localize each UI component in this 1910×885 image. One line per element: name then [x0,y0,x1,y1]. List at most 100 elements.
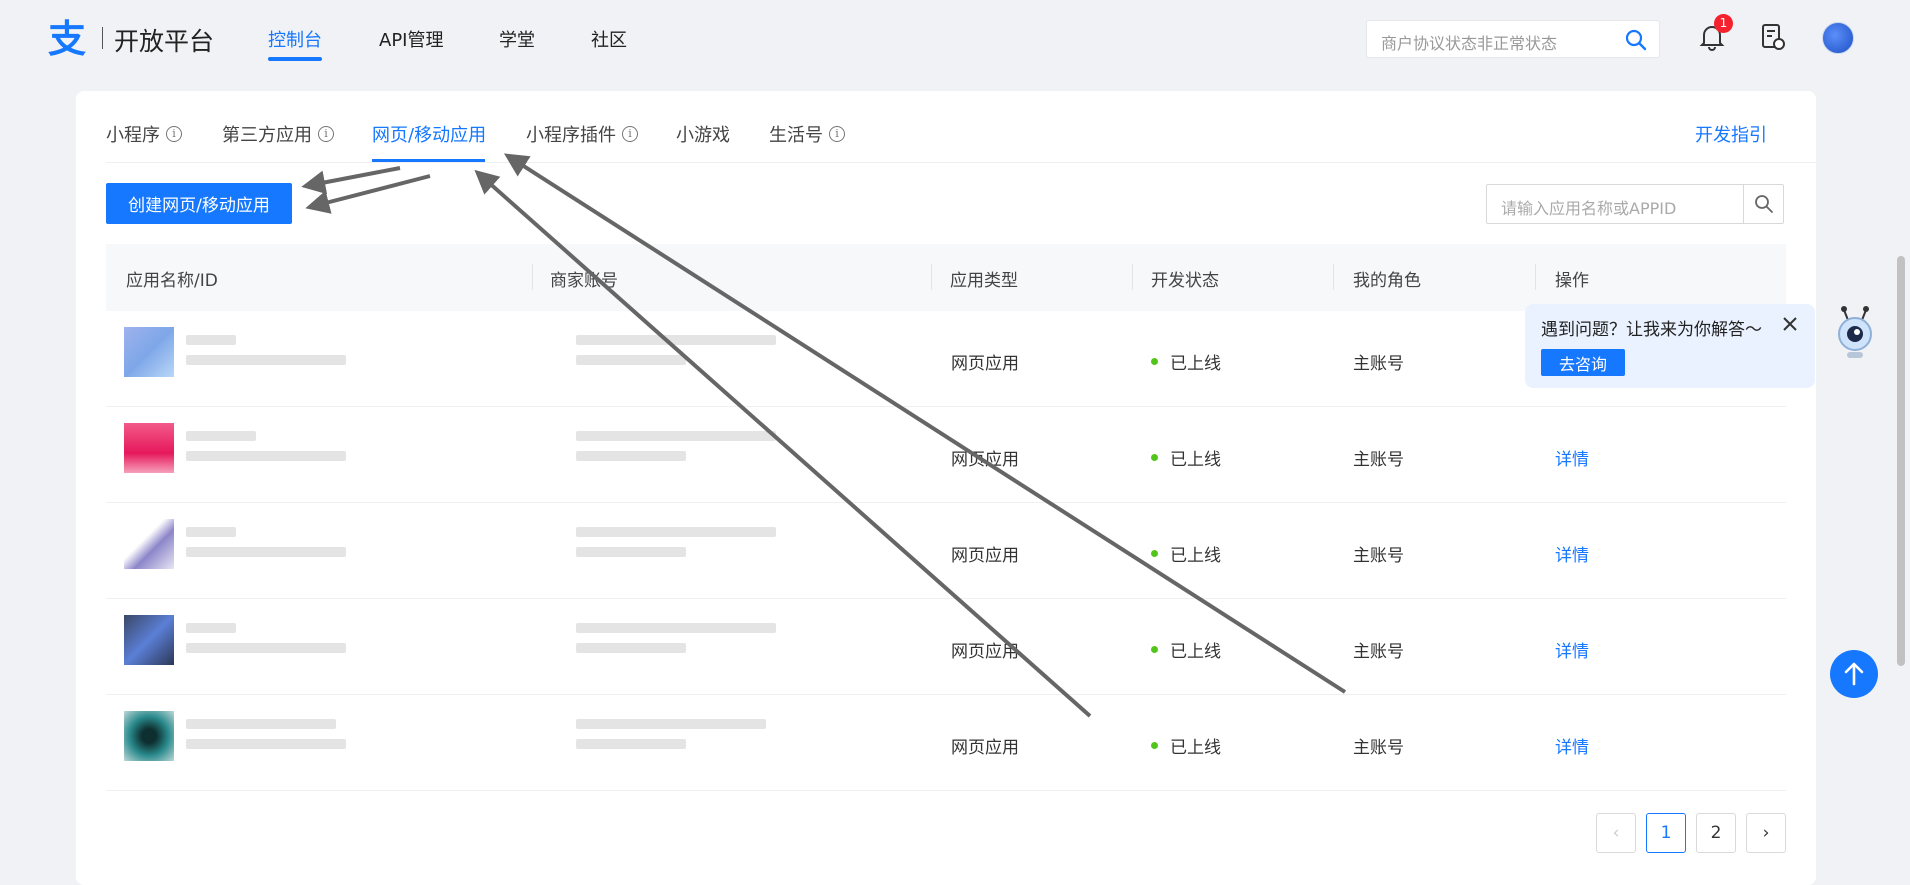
pagination-next-button[interactable]: › [1746,813,1786,853]
column-header: 开发状态 [1151,271,1219,291]
column-header: 我的角色 [1353,271,1421,291]
redacted-merchant-account [576,451,686,461]
tab-mini-program[interactable]: 小程序 i [106,121,182,147]
redacted-app-name [186,335,236,345]
table-row: 网页应用 已上线 主账号 详情 [106,407,1786,503]
redacted-app-id [186,451,346,461]
redacted-app-name [186,527,236,537]
help-popup: 遇到问题？让我来为你解答～ 去咨询 [1525,304,1815,388]
status-dot [1151,358,1158,365]
redacted-app-id [186,547,346,557]
app-search-button[interactable] [1743,185,1783,223]
info-icon[interactable]: i [829,126,845,142]
close-icon[interactable] [1781,315,1799,333]
status-dot [1151,742,1158,749]
info-icon[interactable]: i [622,126,638,142]
column-header: 操作 [1555,271,1589,291]
tab-label: 小游戏 [676,125,730,146]
tab-label: 网页/移动应用 [372,125,487,146]
redacted-app-id [186,739,346,749]
app-search-placeholder: 请输入应用名称或APPID [1501,199,1677,218]
tab-mini-game[interactable]: 小游戏 [676,121,730,147]
global-search-input[interactable]: 商户协议状态非正常状态 [1366,20,1660,58]
tab-web-mobile-app[interactable]: 网页/移动应用 [372,121,486,147]
column-header: 应用类型 [950,271,1018,291]
status-dot [1151,550,1158,557]
alipay-logo[interactable]: 支 [48,18,92,58]
app-icon [124,711,174,761]
app-icon [124,327,174,377]
table-header: 应用名称/ID 商家账号 应用类型 开发状态 我的角色 操作 [106,244,1786,311]
redacted-app-name [186,719,336,729]
dev-status: 已上线 [1151,637,1221,662]
detail-link[interactable]: 详情 [1555,445,1589,470]
document-settings-icon[interactable] [1760,22,1786,52]
tab-label: 第三方应用 [222,125,312,146]
nav-console[interactable]: 控制台 [268,26,322,52]
redacted-merchant-account [576,623,776,633]
my-role: 主账号 [1353,642,1404,662]
status-label: 已上线 [1170,450,1221,470]
tab-label: 小程序 [106,125,160,146]
app-type: 网页应用 [951,450,1019,470]
search-icon[interactable] [1625,29,1647,51]
nav-community[interactable]: 社区 [591,26,627,52]
robot-assistant-icon[interactable] [1830,304,1880,362]
redacted-merchant-account [576,719,766,729]
table-row: 网页应用 已上线 主账号 详情 [106,503,1786,599]
app-icon [124,519,174,569]
nav-academy[interactable]: 学堂 [499,26,535,52]
column-header: 商家账号 [550,271,618,291]
dev-guide-link[interactable]: 开发指引 [1695,121,1767,147]
search-icon [1755,195,1773,213]
column-divider [1535,264,1536,290]
tab-mini-program-plugin[interactable]: 小程序插件 i [526,121,638,147]
platform-title: 开放平台 [114,27,215,56]
table-row: 网页应用 已上线 主账号 详情 [106,695,1786,791]
pagination-page-1[interactable]: 1 [1646,813,1686,853]
create-app-button[interactable]: 创建网页/移动应用 [106,183,292,224]
app-type: 网页应用 [951,738,1019,758]
my-role: 主账号 [1353,354,1404,374]
info-icon[interactable]: i [318,126,334,142]
redacted-app-name [186,623,236,633]
status-label: 已上线 [1170,354,1221,374]
my-role: 主账号 [1353,450,1404,470]
app-type: 网页应用 [951,354,1019,374]
detail-link[interactable]: 详情 [1555,637,1589,662]
redacted-merchant-account [576,335,776,345]
app-search-input[interactable]: 请输入应用名称或APPID [1486,184,1784,224]
redacted-merchant-account [576,643,686,653]
pagination-prev-button[interactable]: ‹ [1596,813,1636,853]
svg-text:支: 支 [48,18,86,58]
back-to-top-button[interactable] [1830,650,1878,698]
redacted-merchant-account [576,739,686,749]
redacted-merchant-account [576,431,776,441]
user-avatar[interactable] [1822,22,1854,54]
detail-link[interactable]: 详情 [1555,733,1589,758]
redacted-merchant-account [576,547,686,557]
redacted-merchant-account [576,355,686,365]
top-header: 支 开放平台 控制台 API管理 学堂 社区 商户协议状态非正常状态 1 [0,0,1910,76]
consult-button[interactable]: 去咨询 [1541,349,1625,376]
pagination-page-2[interactable]: 2 [1696,813,1736,853]
column-divider [1333,264,1334,290]
column-header: 应用名称/ID [126,271,218,291]
redacted-app-id [186,643,346,653]
my-role: 主账号 [1353,546,1404,566]
dev-status: 已上线 [1151,733,1221,758]
column-divider [1132,264,1133,290]
detail-link[interactable]: 详情 [1555,541,1589,566]
page-scrollbar[interactable] [1897,256,1905,666]
dev-status: 已上线 [1151,349,1221,374]
info-icon[interactable]: i [166,126,182,142]
tab-life-account[interactable]: 生活号 i [769,121,845,147]
my-role: 主账号 [1353,738,1404,758]
tab-third-party-app[interactable]: 第三方应用 i [222,121,334,147]
nav-api-management[interactable]: API管理 [379,26,443,52]
app-icon [124,423,174,473]
global-search-placeholder: 商户协议状态非正常状态 [1381,34,1558,53]
dev-status: 已上线 [1151,541,1221,566]
app-type: 网页应用 [951,642,1019,662]
column-divider [532,264,533,290]
